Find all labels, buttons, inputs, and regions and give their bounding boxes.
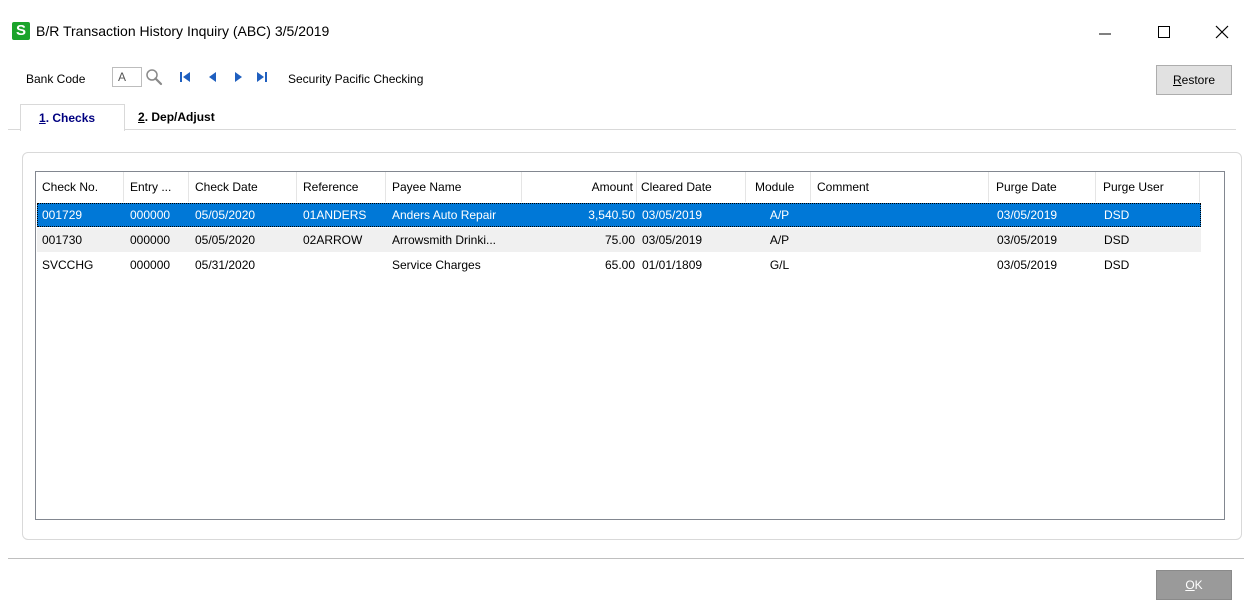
window-title: B/R Transaction History Inquiry (ABC) 3/…	[36, 23, 330, 39]
bank-code-label: Bank Code	[26, 72, 86, 86]
cell-purge-user: DSD	[1104, 233, 1130, 247]
cell-payee-name: Anders Auto Repair	[392, 208, 497, 222]
cell-check-date: 05/31/2020	[195, 258, 256, 272]
close-icon	[1215, 25, 1229, 39]
cell-amount: 3,540.50	[588, 208, 635, 222]
restore-button-label: Restore	[1172, 73, 1216, 87]
column-header-payee-name[interactable]: Payee Name	[386, 172, 522, 202]
maximize-button[interactable]	[1144, 16, 1184, 48]
tab-dep-adjust-number: 2	[138, 110, 145, 124]
column-header-purge-date[interactable]: Purge Date	[989, 172, 1096, 202]
cell-cleared-date: 01/01/1809	[642, 258, 703, 272]
cell-payee-name: Service Charges	[392, 258, 481, 272]
column-header-comment[interactable]: Comment	[811, 172, 989, 202]
cell-comment	[812, 253, 990, 277]
grid-header: Check No. Entry ... Check Date Reference…	[36, 172, 1200, 202]
cell-reference	[298, 253, 387, 277]
column-header-amount[interactable]: Amount	[522, 172, 637, 202]
cell-cleared-date: 03/05/2019	[642, 233, 703, 247]
cell-reference: 02ARROW	[303, 233, 363, 247]
cell-check-no: 001730	[42, 233, 83, 247]
last-record-button[interactable]	[253, 68, 271, 86]
cell-module: A/P	[769, 208, 790, 222]
first-record-button[interactable]	[176, 68, 194, 86]
cell-comment	[812, 228, 990, 252]
footer-divider	[8, 558, 1244, 559]
column-header-module[interactable]: Module	[746, 172, 811, 202]
column-header-check-date[interactable]: Check Date	[189, 172, 297, 202]
cell-entry: 000000	[130, 233, 171, 247]
previous-record-button[interactable]	[204, 68, 222, 86]
close-button[interactable]	[1202, 16, 1242, 48]
cell-module: G/L	[769, 258, 790, 272]
cell-entry: 000000	[130, 258, 171, 272]
app-logo-icon: S	[12, 22, 30, 40]
ok-button-label: OK	[1185, 578, 1203, 592]
cell-reference: 01ANDERS	[303, 208, 367, 222]
cell-purge-user: DSD	[1104, 208, 1130, 222]
table-row[interactable]: SVCCHG 000000 05/31/2020 Service Charges…	[37, 253, 1201, 277]
cell-entry: 000000	[130, 208, 171, 222]
tab-checks-label: . Checks	[45, 111, 96, 125]
cell-check-no: 001729	[42, 208, 83, 222]
ok-button[interactable]: OK	[1156, 570, 1232, 600]
next-record-icon	[235, 72, 242, 82]
bank-code-input[interactable]: A	[112, 67, 142, 87]
first-record-icon	[180, 72, 190, 82]
next-record-button[interactable]	[229, 68, 247, 86]
cell-purge-user: DSD	[1104, 258, 1130, 272]
tab-dep-adjust-label: . Dep/Adjust	[144, 110, 215, 124]
cell-amount: 65.00	[604, 258, 635, 272]
previous-record-icon	[209, 72, 216, 82]
tab-dep-adjust[interactable]: 2. Dep/Adjust	[136, 104, 246, 130]
column-header-cleared-date[interactable]: Cleared Date	[637, 172, 746, 202]
search-icon	[146, 69, 163, 86]
cell-check-date: 05/05/2020	[195, 233, 256, 247]
cell-cleared-date: 03/05/2019	[642, 208, 703, 222]
bank-description: Security Pacific Checking	[288, 72, 424, 86]
cell-purge-date: 03/05/2019	[997, 233, 1058, 247]
column-header-reference[interactable]: Reference	[297, 172, 386, 202]
last-record-icon	[257, 72, 267, 82]
table-row[interactable]: 001730 000000 05/05/2020 02ARROW Arrowsm…	[37, 228, 1201, 252]
minimize-button[interactable]	[1085, 16, 1125, 48]
tab-checks-number: 1	[39, 111, 46, 125]
checks-grid[interactable]: Check No. Entry ... Check Date Reference…	[35, 171, 1225, 520]
cell-purge-date: 03/05/2019	[997, 208, 1058, 222]
cell-payee-name: Arrowsmith Drinki...	[392, 233, 497, 247]
cell-purge-date: 03/05/2019	[997, 258, 1058, 272]
column-header-check-no[interactable]: Check No.	[36, 172, 124, 202]
column-header-purge-user[interactable]: Purge User	[1096, 172, 1200, 202]
cell-check-date: 05/05/2020	[195, 208, 256, 222]
maximize-icon	[1158, 26, 1170, 38]
cell-module: A/P	[769, 233, 790, 247]
cell-amount: 75.00	[604, 233, 635, 247]
tab-checks[interactable]: 1. Checks	[20, 104, 125, 131]
cell-check-no: SVCCHG	[42, 258, 94, 272]
lookup-button[interactable]	[145, 68, 163, 86]
cell-comment	[812, 203, 990, 227]
table-row[interactable]: 001729 000000 05/05/2020 01ANDERS Anders…	[37, 203, 1201, 227]
column-header-entry[interactable]: Entry ...	[124, 172, 189, 202]
restore-button[interactable]: Restore	[1156, 65, 1232, 95]
minimize-icon	[1099, 33, 1111, 35]
